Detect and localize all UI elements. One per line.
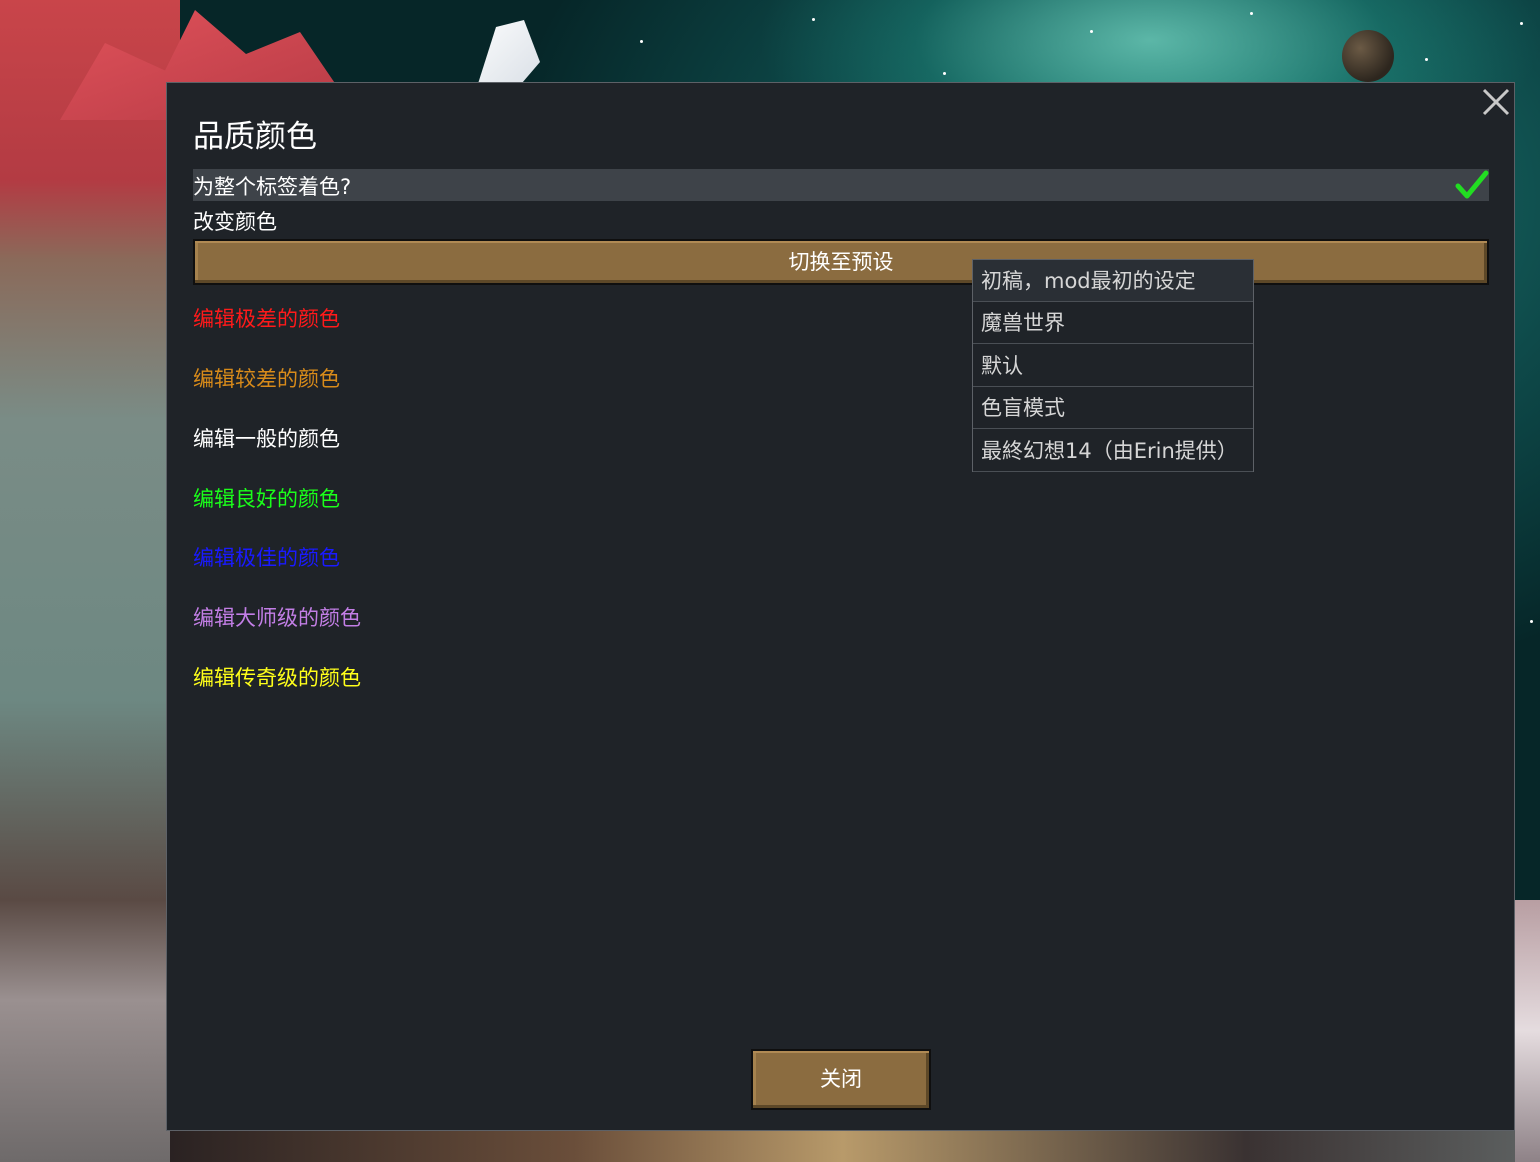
preset-dropdown-menu: 初稿，mod最初的设定 魔兽世界 默认 色盲模式 最終幻想14（由Erin提供） [972, 259, 1254, 472]
quality-color-item[interactable]: 编辑一般的颜色 [193, 423, 340, 453]
star [1530, 620, 1533, 623]
background-right-art [1515, 900, 1540, 1162]
quality-color-item[interactable]: 编辑传奇级的颜色 [193, 662, 361, 692]
colorize-whole-label: 为整个标签着色? [193, 175, 352, 199]
star [1520, 22, 1523, 25]
checkmark-icon[interactable] [1455, 169, 1489, 201]
star [1250, 12, 1253, 15]
quality-color-item[interactable]: 编辑大师级的颜色 [193, 602, 361, 632]
change-color-label: 改变颜色 [193, 210, 277, 234]
preset-option[interactable]: 最終幻想14（由Erin提供） [973, 430, 1253, 472]
close-button[interactable]: 关闭 [751, 1049, 931, 1110]
background-character-art [0, 0, 180, 1162]
background-crystal-art [476, 20, 540, 90]
star [943, 72, 946, 75]
preset-option[interactable]: 色盲模式 [973, 387, 1253, 430]
star [1425, 58, 1428, 61]
star [1090, 30, 1093, 33]
quality-color-item[interactable]: 编辑极差的颜色 [193, 303, 340, 333]
quality-color-item[interactable]: 编辑良好的颜色 [193, 483, 340, 513]
preset-option[interactable]: 默认 [973, 345, 1253, 387]
star [812, 18, 815, 21]
quality-color-item[interactable]: 编辑极佳的颜色 [193, 542, 340, 572]
switch-to-preset-button[interactable]: 切换至预设 [193, 239, 1489, 285]
quality-color-item[interactable]: 编辑较差的颜色 [193, 363, 340, 393]
preset-option[interactable]: 魔兽世界 [973, 302, 1253, 345]
colorize-whole-label-row[interactable]: 为整个标签着色? [193, 169, 1489, 201]
preset-option[interactable]: 初稿，mod最初的设定 [973, 260, 1253, 302]
dialog-title: 品质颜色 [193, 119, 317, 155]
background-bottom-art [170, 1130, 1515, 1162]
background-planet [1342, 30, 1394, 82]
star [640, 40, 643, 43]
close-x-icon[interactable] [1480, 86, 1512, 118]
